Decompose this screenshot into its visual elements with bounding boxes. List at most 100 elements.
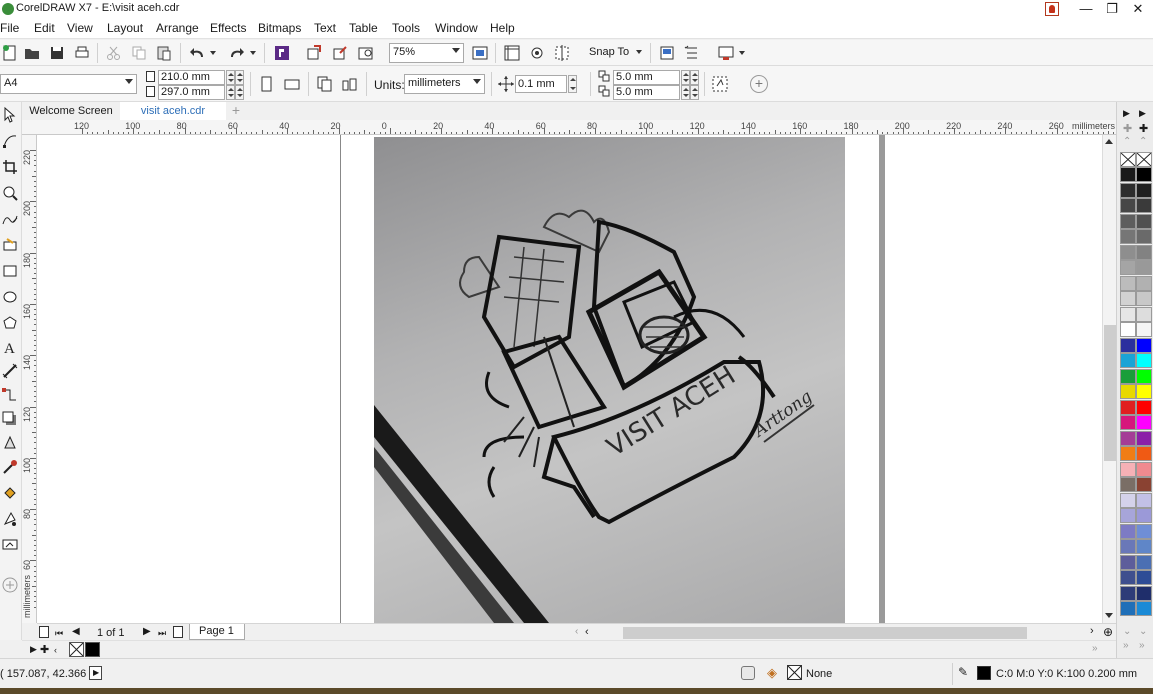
cut-icon[interactable] xyxy=(104,43,124,63)
close-button[interactable]: ✕ xyxy=(1125,0,1151,19)
menu-view[interactable]: View xyxy=(67,21,93,35)
duplicate-y-stepper[interactable] xyxy=(690,85,699,100)
snap-to-button[interactable]: Snap To xyxy=(589,46,643,58)
scroll-splitter-icon[interactable]: ‹ xyxy=(575,626,578,637)
palette-swatch[interactable] xyxy=(1136,399,1152,415)
palette-swatch[interactable] xyxy=(1120,244,1136,260)
palette-swatch[interactable] xyxy=(1120,337,1136,353)
show-rulers-icon[interactable] xyxy=(502,43,522,63)
outline-color-swatch[interactable] xyxy=(977,666,991,680)
palette-swatch[interactable] xyxy=(1120,477,1136,492)
pick-tool-icon[interactable] xyxy=(1,106,19,124)
palette-swatch[interactable] xyxy=(1136,477,1152,492)
publish-pdf-icon[interactable] xyxy=(356,43,376,63)
units-select[interactable]: millimeters xyxy=(404,74,485,94)
all-pages-icon[interactable] xyxy=(314,74,334,94)
new-document-icon[interactable] xyxy=(0,43,20,63)
palette-swatch[interactable] xyxy=(1120,539,1136,554)
redo-dropdown-icon[interactable] xyxy=(250,51,256,55)
options-icon[interactable] xyxy=(657,43,677,63)
page-size-select[interactable]: A4 xyxy=(0,74,137,94)
palette-swatch[interactable] xyxy=(1136,539,1152,554)
palette-swatch[interactable] xyxy=(1120,461,1136,477)
palette-swatch[interactable] xyxy=(1136,182,1152,198)
first-page-icon[interactable]: ⏮ xyxy=(55,628,63,639)
palette-swatch[interactable] xyxy=(1120,275,1136,291)
undo-icon[interactable] xyxy=(188,43,208,63)
menu-window[interactable]: Window xyxy=(435,21,478,35)
status-expand-icon[interactable]: ▶ xyxy=(89,666,102,680)
palette-swatch[interactable] xyxy=(1120,585,1136,601)
show-guidelines-icon[interactable] xyxy=(552,43,572,63)
palette-scroll-down-icon[interactable]: ⌄ xyxy=(1123,626,1131,637)
palette-swatch[interactable] xyxy=(1120,368,1136,384)
palette-eyedropper-icon[interactable]: ✚ xyxy=(1123,122,1132,135)
palette-swatch[interactable] xyxy=(1120,415,1136,430)
palette-swatch[interactable] xyxy=(1120,260,1136,275)
page-height-field[interactable]: 297.0 mm xyxy=(158,85,225,100)
palette-swatch[interactable] xyxy=(1136,337,1152,353)
full-screen-preview-icon[interactable] xyxy=(470,43,490,63)
search-content-icon[interactable] xyxy=(272,43,292,63)
minimize-button[interactable]: — xyxy=(1073,0,1099,19)
current-page-icon[interactable] xyxy=(340,74,360,94)
palette-swatch[interactable] xyxy=(1136,384,1152,399)
nudge-distance-stepper[interactable] xyxy=(568,75,577,93)
palette-scroll-left-icon[interactable]: ‹ xyxy=(54,645,57,655)
palette-swatch[interactable] xyxy=(1136,353,1152,368)
menu-tools[interactable]: Tools xyxy=(392,21,420,35)
nudge-distance-field[interactable]: 0.1 mm xyxy=(515,75,567,93)
palette-swatch[interactable] xyxy=(1136,213,1152,229)
last-page-icon[interactable]: ⏭ xyxy=(158,628,166,639)
previous-page-icon[interactable]: ◀ xyxy=(72,626,80,637)
palette-swatch[interactable] xyxy=(1136,167,1152,182)
duplicate-x-stepper[interactable] xyxy=(690,70,699,85)
freehand-tool-icon[interactable] xyxy=(1,210,19,228)
palette-swatch[interactable] xyxy=(1136,291,1152,306)
scroll-up-icon[interactable] xyxy=(1105,139,1113,144)
outline-pen-tool-icon[interactable] xyxy=(1,536,19,554)
palette-swatch[interactable] xyxy=(1136,585,1152,601)
color-eyedropper-tool-icon[interactable] xyxy=(1,458,19,476)
copy-icon[interactable] xyxy=(129,43,149,63)
palette-swatch[interactable] xyxy=(1120,399,1136,415)
palette-swatch[interactable] xyxy=(1136,508,1152,523)
duplicate-y-stepper[interactable] xyxy=(681,85,690,100)
open-folder-icon[interactable] xyxy=(22,43,42,63)
palette-swatch[interactable] xyxy=(1120,353,1136,368)
menu-table[interactable]: Table xyxy=(349,21,378,35)
next-page-icon[interactable]: ▶ xyxy=(143,626,151,637)
tab-visit-aceh[interactable]: visit aceh.cdr xyxy=(120,102,226,120)
polygon-tool-icon[interactable] xyxy=(1,314,19,332)
palette-expand-icon[interactable]: » xyxy=(1123,640,1129,651)
palette-scroll-down-icon[interactable]: ⌄ xyxy=(1139,626,1147,637)
palette-no-color-swatch[interactable] xyxy=(1120,152,1136,167)
palette-expand-icon[interactable]: » xyxy=(1139,640,1145,651)
palette-swatch[interactable] xyxy=(1136,523,1152,539)
duplicate-y-field[interactable]: 5.0 mm xyxy=(613,85,680,100)
page-height-stepper[interactable] xyxy=(235,85,244,100)
drawing-canvas[interactable]: VISIT ACEH Arttong xyxy=(37,135,1102,623)
crop-tool-icon[interactable] xyxy=(1,158,19,176)
palette-scroll-up-icon[interactable]: ⌃ xyxy=(1123,136,1131,147)
save-icon[interactable] xyxy=(47,43,67,63)
restore-button[interactable]: ❐ xyxy=(1099,0,1125,19)
palette-swatch[interactable] xyxy=(1120,508,1136,523)
palette-scroll-up-icon[interactable]: ⌃ xyxy=(1139,136,1147,147)
landscape-icon[interactable] xyxy=(282,74,302,94)
page-width-stepper[interactable] xyxy=(226,70,235,85)
menu-help[interactable]: Help xyxy=(490,21,515,35)
zoom-level-select[interactable]: 75% xyxy=(389,43,464,63)
new-tab-icon[interactable]: + xyxy=(226,102,246,120)
menu-effects[interactable]: Effects xyxy=(210,21,246,35)
scroll-left-icon[interactable]: ‹ xyxy=(585,626,589,638)
rectangle-tool-icon[interactable] xyxy=(1,262,19,280)
palette-swatch[interactable] xyxy=(1136,601,1152,616)
palette-swatch[interactable] xyxy=(1120,229,1136,244)
menu-edit[interactable]: Edit xyxy=(34,21,55,35)
scroll-down-icon[interactable] xyxy=(1105,613,1113,618)
palette-swatch[interactable] xyxy=(1120,198,1136,213)
launch-dropdown-icon[interactable] xyxy=(739,51,745,55)
paste-icon[interactable] xyxy=(154,43,174,63)
duplicate-x-stepper[interactable] xyxy=(681,70,690,85)
